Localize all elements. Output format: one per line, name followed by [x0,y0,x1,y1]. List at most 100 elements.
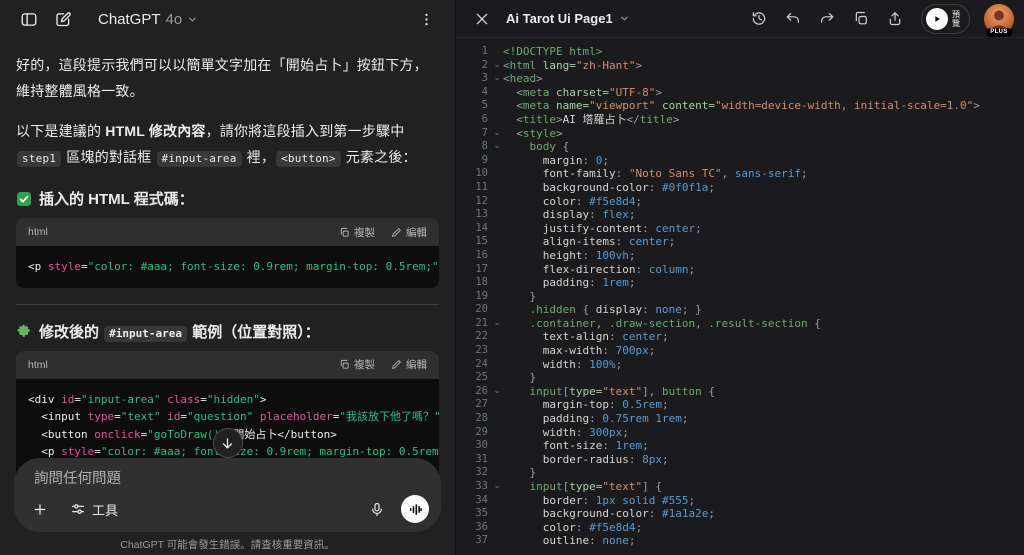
editor-line: 32} [456,466,1024,480]
close-icon [474,11,490,27]
tools-label: 工具 [92,500,118,519]
fold-toggle-icon[interactable] [488,317,503,331]
editor-line: 23max-width: 700px; [456,344,1024,358]
code-editor[interactable]: 1<!DOCTYPE html>2<html lang="zh-Hant">3<… [456,38,1024,555]
fold-toggle-icon[interactable] [488,59,503,73]
fold-gutter [488,303,503,317]
editor-line: 34border: 1px solid #555; [456,494,1024,508]
editor-code-text: align-items: center; [503,235,675,249]
line-number: 13 [456,208,488,222]
voice-mode-button[interactable] [401,495,429,523]
plus-badge: PLUS [986,28,1012,37]
editor-line: 21.container, .draw-section, .result-sec… [456,317,1024,331]
undo-button[interactable] [779,5,807,33]
fold-gutter [488,290,503,304]
editor-line: 29width: 300px; [456,426,1024,440]
fold-gutter [488,276,503,290]
assistant-paragraph: 好的，這段提示我們可以以簡單文字加在「開始占卜」按鈕下方，維持整體風格一致。 [16,52,439,104]
fold-toggle-icon[interactable] [488,480,503,494]
model-version: 4o [166,11,183,28]
disclaimer-bar: ChatGPT 可能會發生錯誤。請查核重要資訊。 [0,533,455,555]
copy-code-button[interactable]: 複製 [339,357,375,372]
fold-gutter [488,222,503,236]
editor-code-text: justify-content: center; [503,222,702,236]
fold-toggle-icon[interactable] [488,72,503,86]
fold-gutter [488,181,503,195]
model-name: ChatGPT [98,11,161,28]
edit-code-button[interactable]: 編輯 [391,225,427,240]
share-button[interactable] [881,5,909,33]
editor-code-text: body { [503,140,569,154]
line-number: 32 [456,466,488,480]
chat-input[interactable] [32,470,423,488]
plus-icon [32,500,48,519]
fold-toggle-icon[interactable] [488,127,503,141]
editor-line: 37outline: none; [456,534,1024,548]
fold-toggle-icon[interactable] [488,140,503,154]
sidebar-toggle-button[interactable] [14,4,44,34]
line-number: 8 [456,140,488,154]
tools-button[interactable]: 工具 [64,499,124,520]
line-number: 16 [456,249,488,263]
attach-button[interactable] [26,495,54,523]
editor-code-text: max-width: 700px; [503,344,655,358]
undo-icon [785,10,801,27]
editor-line: 33input[type="text"] { [456,480,1024,494]
message-composer[interactable]: 工具 [14,458,441,532]
line-number: 14 [456,222,488,236]
new-chat-button[interactable] [48,4,78,34]
line-number: 11 [456,181,488,195]
line-number: 33 [456,480,488,494]
editor-code-text: <head> [503,72,543,86]
editor-code-text: <title>AI 塔羅占卜</title> [503,113,679,127]
editor-code-text: flex-direction: column; [503,263,695,277]
editor-line: 30 font-size: 1rem; [456,439,1024,453]
line-number: 37 [456,534,488,548]
model-switcher[interactable]: ChatGPT 4o [90,7,206,32]
editor-code-text: padding: 0.75rem 1rem; [503,412,688,426]
message-divider [16,304,439,305]
editor-code-text: color: #f5e8d4; [503,521,642,535]
scroll-to-bottom-button[interactable] [213,428,243,458]
editor-code-text: font-size: 1rem; [503,439,649,453]
redo-button[interactable] [813,5,841,33]
fold-gutter [488,113,503,127]
canvas-title-dropdown[interactable]: Ai Tarot Ui Page1 [506,11,630,26]
fold-toggle-icon[interactable] [488,385,503,399]
editor-line: 4<meta charset="UTF-8"> [456,86,1024,100]
editor-line: 36color: #f5e8d4; [456,521,1024,535]
user-avatar[interactable]: PLUS [984,4,1014,34]
mic-button[interactable] [363,495,391,523]
fold-gutter [488,167,503,181]
editor-code-text: margin-top: 0.5rem; [503,398,669,412]
editor-line: 22text-align: center; [456,330,1024,344]
edit-code-button[interactable]: 編輯 [391,357,427,372]
code-block-inserted-html: html 複製 編輯 <p style="color: #aaa; font-s… [16,218,439,288]
editor-line: 19} [456,290,1024,304]
editor-line: 11background-color: #0f0f1a; [456,181,1024,195]
editor-code-text: } [503,466,536,480]
puzzle-piece-icon [16,323,32,339]
editor-code-text: margin: 0; [503,154,609,168]
preview-button[interactable]: 預覽 [921,4,970,34]
editor-code-text: display: flex; [503,208,635,222]
fold-gutter [488,371,503,385]
options-menu-button[interactable] [411,4,441,34]
editor-code-text: .container, .draw-section, .result-secti… [503,317,821,331]
line-number: 30 [456,439,488,453]
line-number: 9 [456,154,488,168]
copy-code-button[interactable]: 複製 [339,225,375,240]
code-language-label: html [28,359,48,371]
editor-line: 15align-items: center; [456,235,1024,249]
version-history-button[interactable] [745,5,773,33]
editor-code-text: <meta name="viewport" content="width=dev… [503,99,980,113]
section-heading-modified-example: 修改後的 #input-area 範例（位置對照）： [16,321,439,342]
close-canvas-button[interactable] [468,5,496,33]
copy-canvas-button[interactable] [847,5,875,33]
fold-gutter [488,466,503,480]
fold-gutter [488,398,503,412]
editor-code-text: border-radius: 8px; [503,453,669,467]
canvas-actions: 預覽 PLUS [745,4,1014,34]
microphone-icon [369,501,385,518]
fold-gutter [488,235,503,249]
